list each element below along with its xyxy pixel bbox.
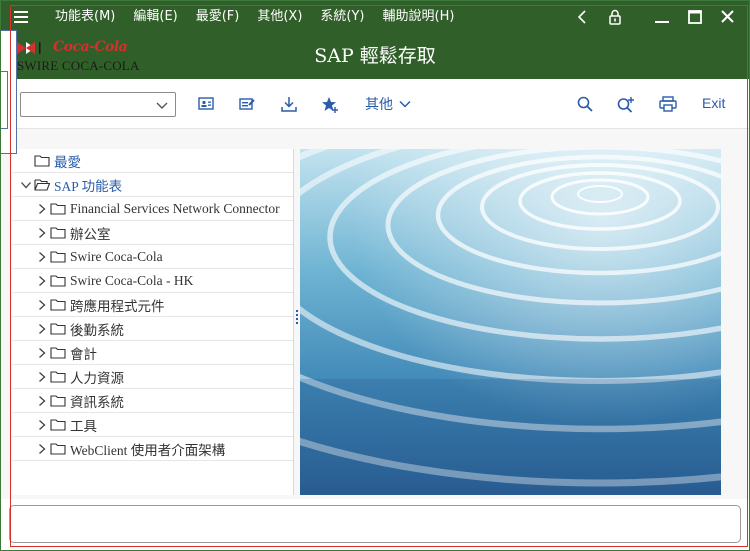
tree-item-label: 資訊系統 [70,394,124,410]
tree-item-label: SAP 功能表 [54,178,123,194]
chevron-down-icon[interactable] [154,97,170,113]
tree-item-label: Financial Services Network Connector [70,200,280,216]
sap-menu-icon[interactable] [237,94,257,114]
more-menu-button[interactable]: 其他 [365,94,411,114]
logo-script-text: Coca-Cola [53,39,128,55]
command-input[interactable] [21,93,149,115]
tree-item-label: 會計 [70,346,97,362]
download-icon[interactable] [279,94,299,114]
splitter-handle[interactable] [296,310,299,324]
tree-item[interactable]: 跨應用程式元件 [12,293,293,317]
hero-water-ripple-image [300,149,721,495]
chevron-right-icon[interactable] [34,201,50,217]
lock-icon[interactable] [598,0,631,33]
folder-icon [50,298,66,312]
print-icon[interactable] [658,94,678,114]
folder-icon [34,154,50,168]
tree-item[interactable]: Swire Coca-Cola [12,245,293,269]
chevron-right-icon[interactable] [34,249,50,265]
folder-icon [50,250,66,264]
menu-bar: 功能表(M) 編輯(E) 最愛(F) 其他(X) 系統(Y) 輔助說明(H) [0,0,750,33]
title-bar: SAP 輕鬆存取 Coca-Cola SWIRE COCA-COLA [0,33,750,79]
chevron-right-icon[interactable] [34,345,50,361]
tree-item[interactable]: 工具 [12,413,293,437]
hamburger-menu-icon[interactable] [0,0,46,33]
tree-item[interactable]: Swire Coca-Cola - HK [12,269,293,293]
chevron-right-icon[interactable] [34,393,50,409]
tree-item-label: 跨應用程式元件 [70,298,165,314]
menu-item-system[interactable]: 系統(Y) [311,0,373,33]
command-field[interactable] [20,92,176,117]
side-panel-tab[interactable] [0,71,8,129]
tree-item[interactable]: SAP 功能表 [12,173,293,197]
add-favorite-icon[interactable] [320,94,340,114]
tree-item[interactable]: WebClient 使用者介面架構 [12,437,293,461]
close-icon[interactable] [711,0,744,33]
chevron-right-icon[interactable] [34,321,50,337]
user-menu-icon[interactable] [196,94,216,114]
folder-icon [50,274,66,288]
tree-item[interactable]: 辦公室 [12,221,293,245]
folder-icon [50,202,66,216]
tree-item[interactable]: Financial Services Network Connector [12,197,293,221]
chevron-down-icon [399,100,411,108]
expander-placeholder [18,153,34,169]
folder-icon [50,370,66,384]
tree-item-label: 辦公室 [70,226,111,242]
tree-item[interactable]: 資訊系統 [12,389,293,413]
tree-item-label: 最愛 [54,154,81,170]
tree-item[interactable]: 後勤系統 [12,317,293,341]
menu-item-menu[interactable]: 功能表(M) [46,0,124,33]
tree-item-label: Swire Coca-Cola - HK [70,272,194,288]
folder-open-icon [34,178,50,192]
chevron-right-icon[interactable] [34,273,50,289]
logo-company-text: SWIRE COCA-COLA [17,58,140,73]
search-next-icon[interactable] [616,94,636,114]
tree-item-label: 人力資源 [70,370,124,386]
chevron-right-icon[interactable] [34,225,50,241]
search-icon[interactable] [575,94,595,114]
chevron-right-icon[interactable] [34,441,50,457]
menu-item-help[interactable]: 輔助說明(H) [374,0,464,33]
folder-icon [50,418,66,432]
more-menu-label: 其他 [365,97,393,113]
menu-item-edit[interactable]: 編輯(E) [124,0,186,33]
tree-item[interactable]: 會計 [12,341,293,365]
maximize-icon[interactable] [678,0,711,33]
folder-icon [50,442,66,456]
navigation-tree: 最愛 SAP 功能表 Financial Services Network Conn… [12,149,294,495]
tree-item-label: Swire Coca-Cola [70,248,163,264]
menu-item-favorites[interactable]: 最愛(F) [187,0,249,33]
folder-icon [50,346,66,360]
docked-side-panel [0,30,17,154]
exit-button[interactable]: Exit [702,95,725,111]
main-content: 最愛 SAP 功能表 Financial Services Network Conn… [0,129,750,499]
folder-icon [50,394,66,408]
folder-icon [50,322,66,336]
chevron-right-icon[interactable] [34,369,50,385]
back-icon[interactable] [565,0,598,33]
swire-flag-icon [17,42,41,54]
chevron-right-icon[interactable] [34,417,50,433]
chevron-right-icon[interactable] [34,297,50,313]
chevron-down-icon[interactable] [18,177,34,193]
tree-item[interactable]: 人力資源 [12,365,293,389]
tree-item-label: 工具 [70,418,97,434]
tree-item-label: WebClient 使用者介面架構 [70,442,226,458]
folder-icon [50,226,66,240]
tree-item-label: 後勤系統 [70,322,124,338]
toolbar: 其他 Exit [0,79,750,129]
menu-item-extras[interactable]: 其他(X) [248,0,311,33]
minimize-icon[interactable] [645,0,678,33]
status-bar [9,505,741,543]
tree-item[interactable]: 最愛 [12,149,293,173]
company-logo: Coca-Cola SWIRE COCA-COLA [17,39,142,75]
